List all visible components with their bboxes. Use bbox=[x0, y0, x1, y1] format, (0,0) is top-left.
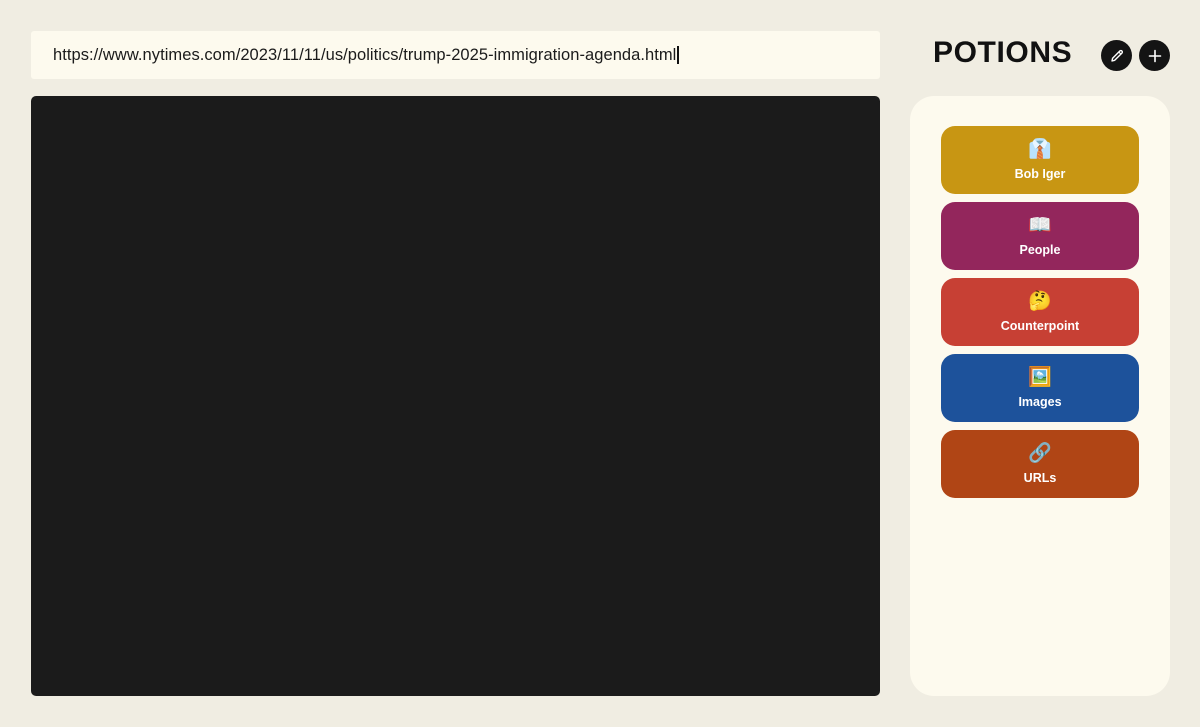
potion-label: URLs bbox=[1023, 471, 1057, 485]
potion-urls[interactable]: 🔗 URLs bbox=[941, 430, 1139, 498]
potion-label: People bbox=[1019, 243, 1061, 257]
potion-label: Images bbox=[1018, 395, 1062, 409]
plus-icon bbox=[1148, 49, 1161, 62]
app-window: https://www.nytimes.com/2023/11/11/us/po… bbox=[0, 0, 1200, 727]
url-input[interactable]: https://www.nytimes.com/2023/11/11/us/po… bbox=[31, 31, 880, 79]
thinking-face-icon: 🤔 bbox=[1028, 291, 1052, 312]
potion-bob-iger[interactable]: 👔 Bob Iger bbox=[941, 126, 1139, 194]
pencil-icon bbox=[1110, 49, 1123, 62]
potion-images[interactable]: 🖼️ Images bbox=[941, 354, 1139, 422]
potion-list: 👔 Bob Iger 📖 People 🤔 Counterpoint 🖼️ Im… bbox=[941, 126, 1139, 498]
potion-people[interactable]: 📖 People bbox=[941, 202, 1139, 270]
page-title: POTIONS bbox=[933, 36, 1073, 69]
potions-panel: 👔 Bob Iger 📖 People 🤔 Counterpoint 🖼️ Im… bbox=[910, 96, 1170, 696]
add-button[interactable] bbox=[1139, 40, 1170, 71]
url-text: https://www.nytimes.com/2023/11/11/us/po… bbox=[53, 45, 677, 64]
framed-picture-icon: 🖼️ bbox=[1028, 367, 1052, 388]
potion-label: Counterpoint bbox=[1000, 319, 1080, 333]
content-viewer bbox=[31, 96, 880, 696]
edit-button[interactable] bbox=[1101, 40, 1132, 71]
link-icon: 🔗 bbox=[1028, 443, 1052, 464]
book-icon: 📖 bbox=[1028, 215, 1052, 236]
potion-label: Bob Iger bbox=[1014, 167, 1066, 181]
text-caret bbox=[677, 46, 679, 64]
potion-counterpoint[interactable]: 🤔 Counterpoint bbox=[941, 278, 1139, 346]
necktie-icon: 👔 bbox=[1028, 139, 1052, 160]
